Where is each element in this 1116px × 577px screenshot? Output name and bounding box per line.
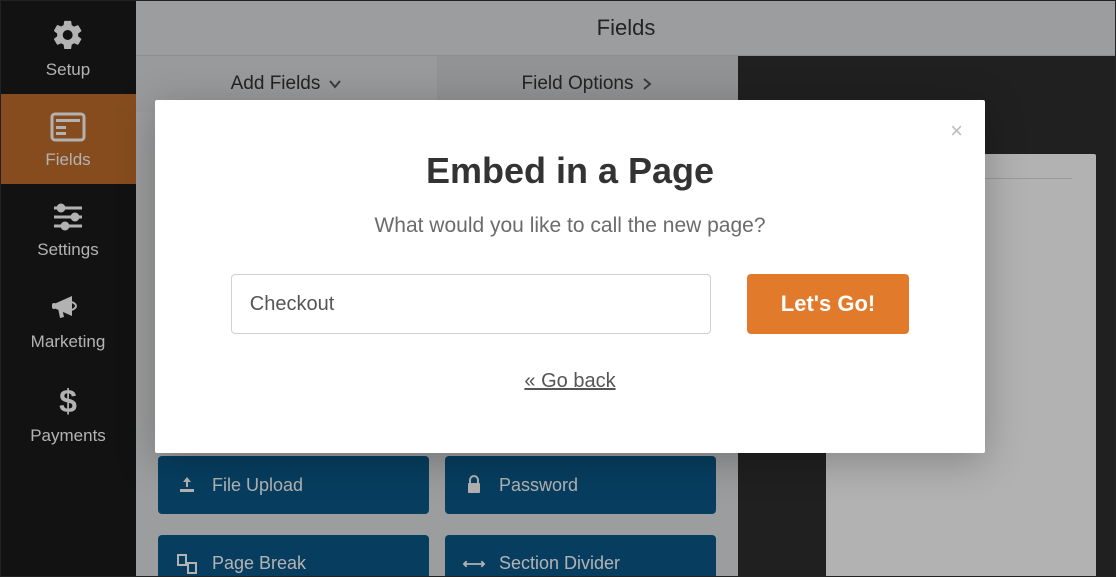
page-name-input[interactable] [231, 274, 711, 334]
go-back-link[interactable]: « Go back [215, 370, 925, 393]
app-root: Setup Fields Settings Marketing $ Paymen… [0, 0, 1116, 577]
modal-title: Embed in a Page [215, 150, 925, 192]
lets-go-button[interactable]: Let's Go! [747, 274, 909, 334]
modal-subtitle: What would you like to call the new page… [215, 214, 925, 238]
close-icon: × [950, 118, 963, 143]
embed-modal: × Embed in a Page What would you like to… [155, 100, 985, 453]
modal-input-row: Let's Go! [215, 274, 925, 334]
close-button[interactable]: × [950, 118, 963, 144]
